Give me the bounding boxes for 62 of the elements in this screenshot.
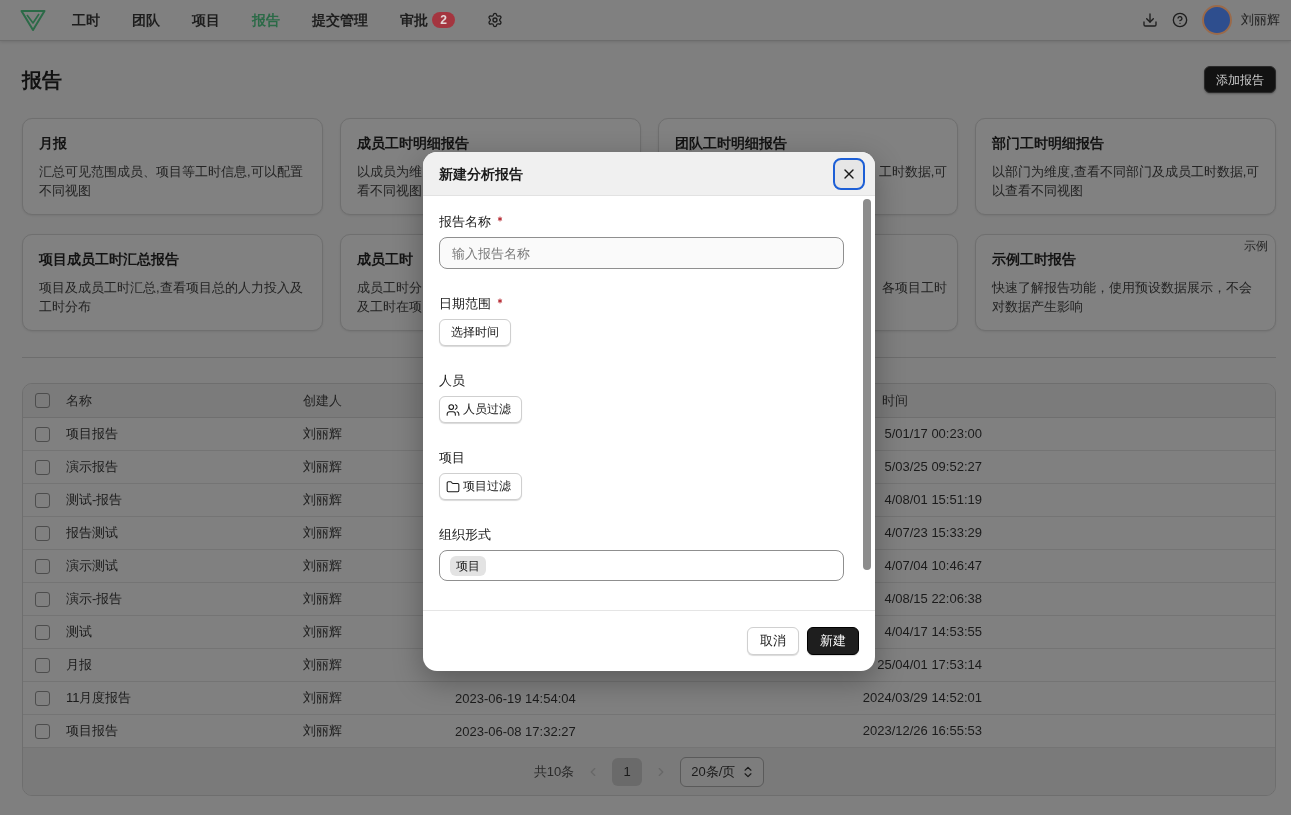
table-cell: 4/08/15 22:06:38 <box>884 590 982 608</box>
table-cell: 刘丽辉 <box>303 524 342 542</box>
table-cell: 2023-06-08 17:32:27 <box>455 723 576 739</box>
card-description: 工时数据,可 <box>878 163 948 181</box>
table-cell: 刘丽辉 <box>303 623 342 641</box>
table-cell: 5/03/25 09:52:27 <box>884 458 982 476</box>
table-cell: 4/07/04 10:46:47 <box>884 557 982 575</box>
table-cell: 测试-报告 <box>66 491 123 509</box>
table-cell: 刘丽辉 <box>303 656 342 674</box>
table-cell: 5/01/17 00:23:00 <box>884 425 982 443</box>
card-title: 示例工时报告 <box>992 251 1077 268</box>
table-cell: 刘丽辉 <box>303 491 342 509</box>
card-description: 项目及成员工时汇总,查看项目总的人力投入及工时分布 <box>39 279 304 316</box>
table-cell: 刘丽辉 <box>303 458 342 476</box>
table-cell: 25/04/01 17:53:14 <box>877 656 982 674</box>
table-cell: 2023-06-19 14:54:04 <box>455 690 576 706</box>
table-cell: 4/04/17 14:53:55 <box>884 623 982 641</box>
column-header: 创建人 <box>303 392 342 410</box>
table-cell: 演示测试 <box>66 557 118 575</box>
field-label: 日期范围 <box>439 295 491 313</box>
table-cell: 2024/03/29 14:52:01 <box>862 689 982 707</box>
field-label: 组织形式 <box>439 526 491 544</box>
table-cell: 刘丽辉 <box>303 590 342 608</box>
card-title: 月报 <box>39 135 67 152</box>
table-cell: 刘丽辉 <box>303 557 342 575</box>
table-cell: 月报 <box>66 656 92 674</box>
card-description: 及工时在项 <box>356 298 422 316</box>
field-label: 项目 <box>439 449 465 467</box>
field-label: 报告名称 <box>439 213 491 231</box>
table-cell: 项目报告 <box>66 722 118 740</box>
card-description: 成员工时分 <box>356 279 422 297</box>
card-description: 以成员为维 <box>356 163 422 181</box>
column-header: 时间 <box>882 392 908 410</box>
sample-label: 示例 <box>1244 238 1268 254</box>
table-cell: 演示报告 <box>66 458 118 476</box>
card-description: 快速了解报告功能，使用预设数据展示，不会对数据产生影响 <box>992 279 1254 316</box>
card-description: 各项目工时 <box>882 279 948 297</box>
card-description: 以部门为维度,查看不同部门及成员工时数据,可以查看不同视图 <box>992 163 1261 200</box>
table-cell: 报告测试 <box>66 524 118 542</box>
card-description: 看不同视图 <box>356 182 422 200</box>
table-cell: 刘丽辉 <box>303 689 342 707</box>
table-cell: 刘丽辉 <box>303 425 342 443</box>
table-cell: 11月度报告 <box>66 689 132 707</box>
table-cell: 演示-报告 <box>66 590 123 608</box>
card-description: 汇总可见范围成员、项目等工时信息,可以配置不同视图 <box>39 163 304 200</box>
table-cell: 4/07/23 15:33:29 <box>884 524 982 542</box>
card-title: 部门工时明细报告 <box>992 135 1105 152</box>
card-title: 团队工时明细报告 <box>674 135 787 152</box>
count-badge: 2 <box>432 12 455 28</box>
table-cell: 测试 <box>66 623 92 641</box>
table-cell: 项目报告 <box>66 425 118 443</box>
table-cell: 2023/12/26 16:55:53 <box>862 722 982 740</box>
card-title: 成员工时 <box>356 251 413 268</box>
field-label: 人员 <box>439 372 465 390</box>
table-cell: 刘丽辉 <box>303 722 342 740</box>
dialog-title: 新建分析报告 <box>439 164 523 184</box>
page-title: 报告 <box>22 67 62 93</box>
card-title: 成员工时明细报告 <box>356 135 469 152</box>
card-title: 项目成员工时汇总报告 <box>39 251 179 268</box>
table-cell: 4/08/01 15:51:19 <box>884 491 982 509</box>
total-count: 共10条 <box>533 762 575 781</box>
column-header: 名称 <box>66 392 92 410</box>
